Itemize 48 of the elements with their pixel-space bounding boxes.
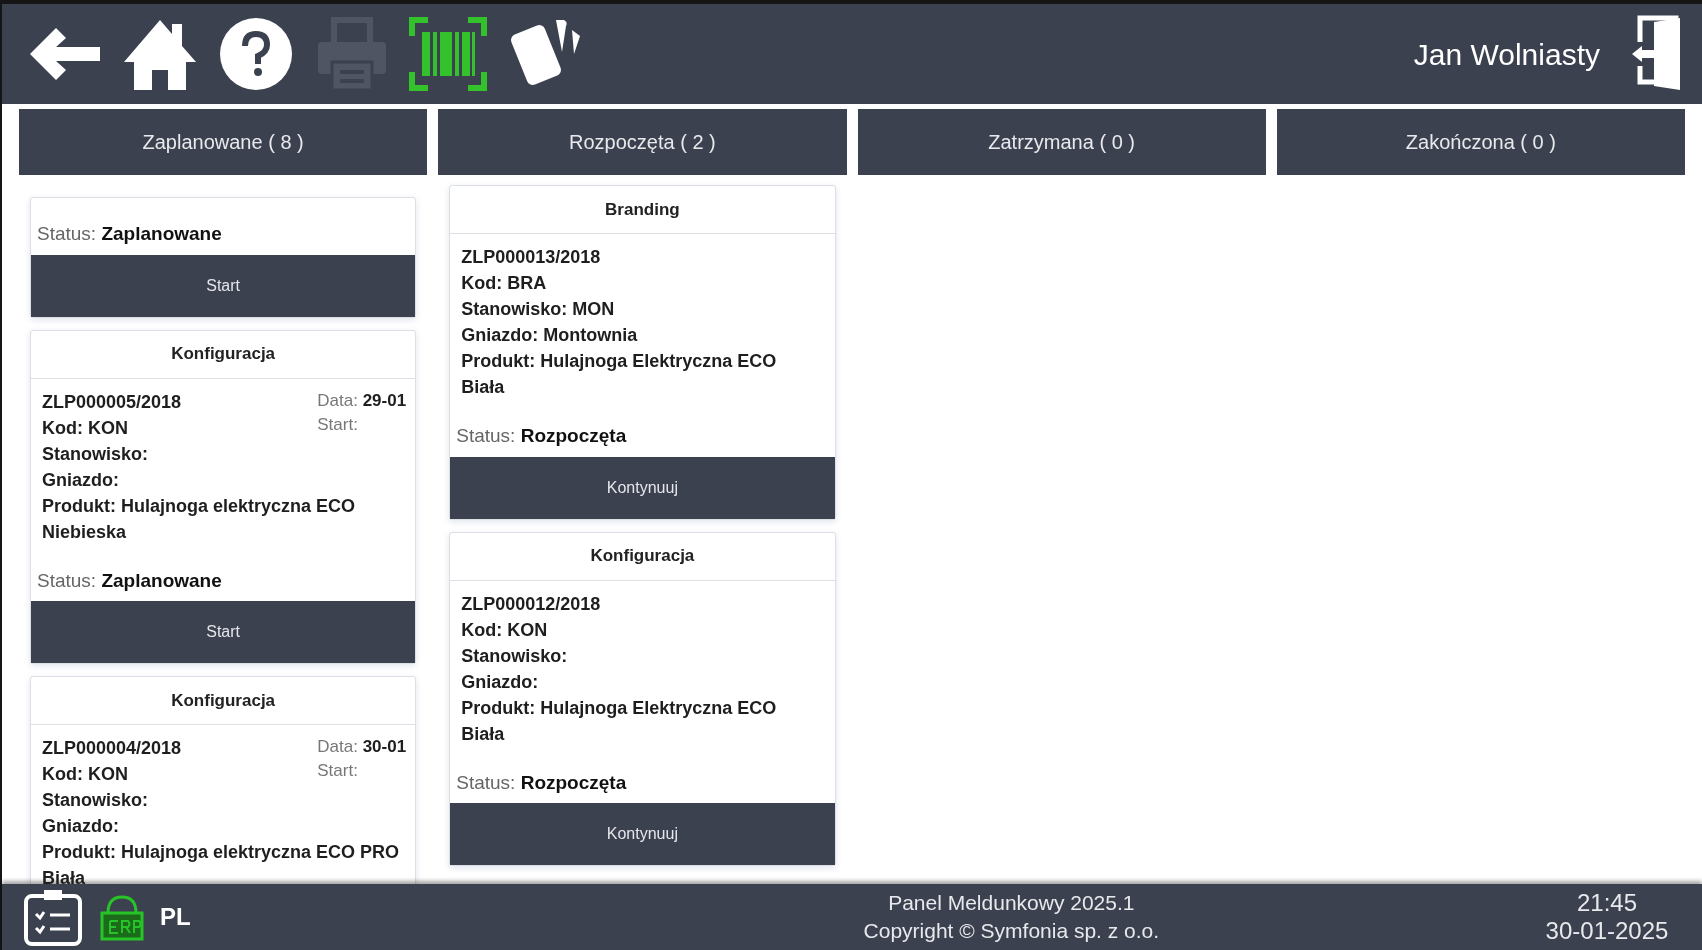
order-detail: Kod: KON [461, 618, 549, 642]
order-detail: Stanowisko: [42, 789, 149, 812]
order-detail: Kod: KON [42, 416, 129, 440]
order-detail: Gniazdo: [42, 468, 120, 492]
status-tab[interactable]: Zatrzymana ( 0 ) [857, 109, 1266, 175]
order-detail: ZLP000012/2018 [461, 592, 602, 616]
order-detail: ZLP000013/2018 [461, 246, 602, 269]
start-label: Start: [317, 760, 359, 782]
order-detail: ZLP000004/2018 [42, 737, 183, 760]
status-tab[interactable]: Rozpoczęta ( 2 ) [438, 109, 847, 175]
order-status: Status: Rozpoczęta [456, 425, 627, 446]
order-status: Status: Zaplanowane [37, 569, 222, 591]
order-detail: Produkt: Hulajnoga Elektryczna ECO Biała [461, 696, 778, 746]
action-button[interactable]: Start [31, 601, 416, 663]
order-detail: Produkt: Hulajnoga elektryczna ECO PRO Biała [42, 841, 401, 884]
order-date: Data: 29-01 [317, 389, 406, 412]
action-button[interactable]: Start [31, 254, 416, 317]
order-detail: Stanowisko: MON [461, 298, 616, 321]
order-detail: Kod: KON [42, 763, 129, 786]
order-detail: Kod: BRA [461, 272, 548, 295]
action-button[interactable]: Kontynuuj [450, 456, 835, 519]
card-title: Konfiguracja [590, 545, 695, 568]
order-status: Status: Zaplanowane [37, 223, 222, 244]
order-detail: Gniazdo: Montownia [461, 324, 639, 347]
order-detail: Gniazdo: [42, 815, 120, 838]
action-button[interactable]: Kontynuuj [450, 803, 835, 865]
order-detail: Gniazdo: [461, 670, 540, 694]
card-title: Branding [605, 198, 680, 221]
order-date: Data: 30-01 [317, 736, 406, 758]
barcode-scanner-icon[interactable] [408, 14, 488, 94]
card-title: Konfiguracja [171, 689, 276, 712]
order-status: Status: Rozpoczęta [456, 771, 627, 793]
start-label: Start: [317, 413, 359, 436]
app-version: Panel Meldunkowy 2025.1 [888, 890, 1135, 916]
copyright-text: Copyright © Symfonia sp. z o.o. [863, 918, 1160, 944]
current-date: 30-01-2025 [1545, 917, 1669, 945]
clock-time: 21:45 [1576, 889, 1638, 917]
language-code[interactable]: PL [160, 899, 191, 935]
card-title: Konfiguracja [171, 343, 276, 366]
user-name: Jan Wolniasty [1413, 36, 1600, 73]
order-detail: Produkt: Hulajnoga Elektryczna ECO Biała [461, 350, 778, 399]
order-detail: Stanowisko: [461, 644, 569, 668]
clipboard-icon[interactable] [22, 888, 84, 946]
order-detail: ZLP000005/2018 [42, 390, 183, 414]
order-detail: Stanowisko: [42, 442, 149, 466]
order-detail: Produkt: Hulajnoga elektryczna ECO Niebieska [42, 494, 357, 544]
status-tab[interactable]: Zaplanowane ( 8 ) [19, 109, 428, 175]
status-tab[interactable]: Zakończona ( 0 ) [1276, 109, 1685, 175]
